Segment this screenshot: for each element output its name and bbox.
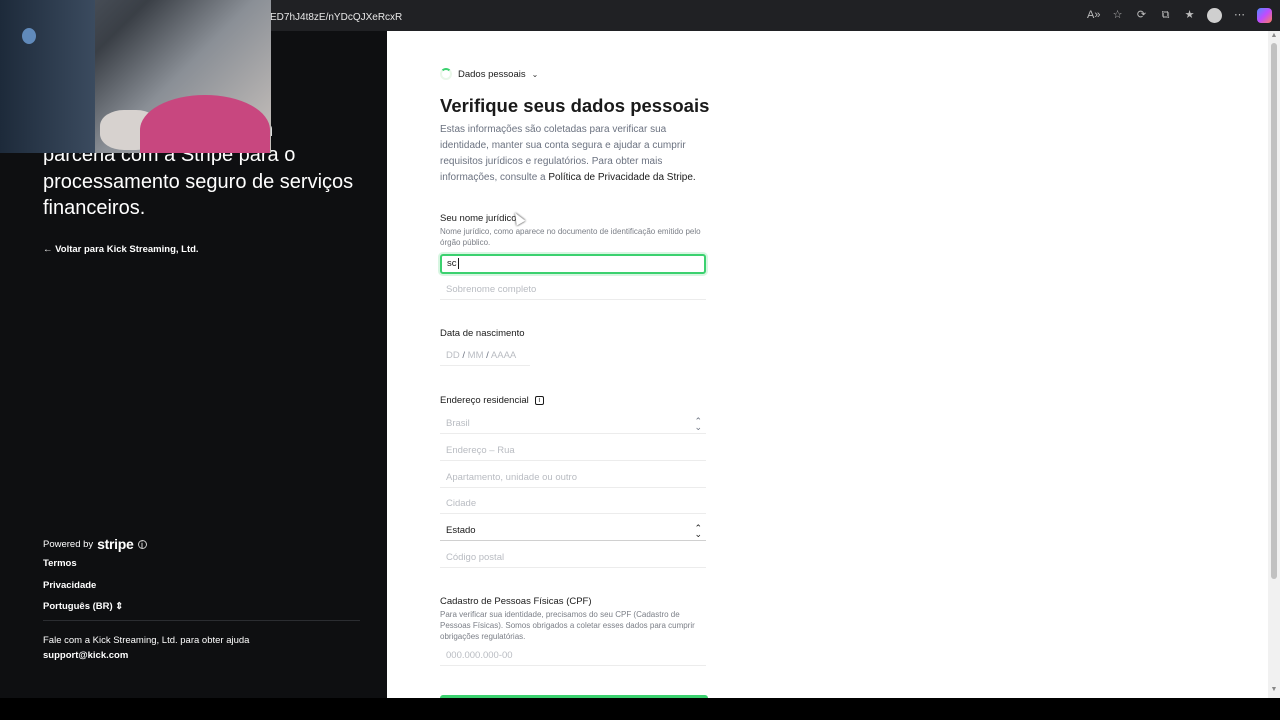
legal-name-label: Seu nome jurídico <box>440 213 517 224</box>
help-text: Fale com a Kick Streaming, Ltd. para obt… <box>43 635 250 646</box>
dob-input[interactable]: DD / MM / AAAA <box>440 346 530 366</box>
step-selector[interactable]: Dados pessoais ⌄ <box>440 68 538 80</box>
favorites-icon[interactable]: ★ <box>1183 9 1196 22</box>
postal-code-input[interactable]: Código postal <box>440 548 706 568</box>
scroll-thumb[interactable] <box>1271 43 1277 579</box>
cpf-hint: Para verificar sua identidade, precisamo… <box>440 610 695 641</box>
page-title: Verifique seus dados pessoais <box>440 95 710 116</box>
powered-by-stripe: Powered by stripe i <box>43 536 147 552</box>
street-input[interactable]: Endereço – Rua <box>440 441 706 461</box>
split-screen-icon[interactable]: ⧉ <box>1159 9 1172 22</box>
powered-by-label: Powered by <box>43 538 94 550</box>
dob-day: DD <box>446 350 460 361</box>
page-scrollbar[interactable]: ▲ ▼ <box>1268 31 1280 698</box>
read-aloud-icon[interactable]: A» <box>1087 9 1100 22</box>
country-select[interactable]: Brasil ⌃ ⌄ <box>440 414 706 434</box>
browser-actions: A» ☆ ⟳ ⧉ ★ ⋯ <box>1087 8 1272 23</box>
hero-text: parceria com a Stripe para o processamen… <box>43 144 354 219</box>
webcam-overlay <box>0 0 271 153</box>
help-section: Fale com a Kick Streaming, Ltd. para obt… <box>43 633 249 663</box>
language-selector[interactable]: Português (BR) ⇕ <box>43 601 123 612</box>
support-email-link[interactable]: support@kick.com <box>43 648 249 663</box>
dob-label: Data de nascimento <box>440 328 525 339</box>
step-label: Dados pessoais <box>458 68 526 80</box>
dob-month: MM <box>467 350 484 361</box>
cpf-input[interactable]: 000.000.000-00 <box>440 646 706 666</box>
favorite-star-icon[interactable]: ☆ <box>1111 9 1124 22</box>
first-name-input[interactable]: sc <box>440 254 706 274</box>
profile-avatar[interactable] <box>1207 8 1222 23</box>
info-icon[interactable]: i <box>534 395 544 405</box>
progress-ring-icon <box>440 68 452 80</box>
page-description: Estas informações são coletadas para ver… <box>440 124 696 183</box>
extensions-icon[interactable]: ⟳ <box>1135 9 1148 22</box>
stripe-logo[interactable]: stripe <box>97 536 134 552</box>
legal-name-hint: Nome jurídico, como aparece no documento… <box>440 227 701 247</box>
chevron-down-icon: ⌄ <box>531 69 539 79</box>
apartment-input[interactable]: Apartamento, unidade ou outro <box>440 468 706 488</box>
select-arrows-icon: ⌃ ⌄ <box>694 416 702 432</box>
verification-form-page: Dados pessoais ⌄ Verifique seus dados pe… <box>387 31 1268 698</box>
info-icon[interactable]: i <box>137 539 147 549</box>
more-options-icon[interactable]: ⋯ <box>1233 9 1246 22</box>
cpf-label: Cadastro de Pessoas Físicas (CPF) <box>440 596 592 607</box>
divider <box>43 620 360 621</box>
bottom-bar <box>0 698 1280 720</box>
back-link[interactable]: ← Voltar para Kick Streaming, Ltd. <box>43 244 199 255</box>
address-bar[interactable]: ED7hJ4t8zE/nYDcQJXeRcxR <box>270 12 402 23</box>
address-label: Endereço residencial i <box>440 395 544 406</box>
city-input[interactable]: Cidade <box>440 494 706 514</box>
privacy-policy-link[interactable]: Política de Privacidade da Stripe. <box>548 172 695 183</box>
terms-link[interactable]: Termos <box>43 558 77 569</box>
last-name-input[interactable]: Sobrenome completo <box>440 280 706 300</box>
privacy-link[interactable]: Privacidade <box>43 580 96 591</box>
dob-year: AAAA <box>490 350 517 361</box>
scroll-down-icon[interactable]: ▼ <box>1270 686 1278 693</box>
state-select[interactable]: Estado ⌃ ⌄ <box>440 521 706 541</box>
scroll-up-icon[interactable]: ▲ <box>1270 32 1278 39</box>
copilot-icon[interactable] <box>1257 8 1272 23</box>
select-arrows-icon: ⌃ ⌄ <box>694 523 702 539</box>
